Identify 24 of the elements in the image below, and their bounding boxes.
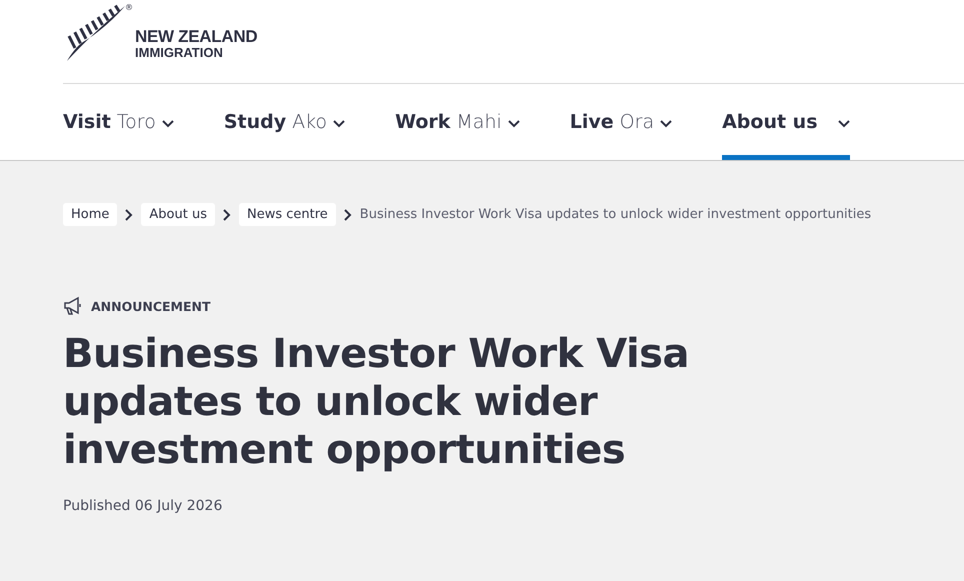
chevron-down-icon <box>660 120 672 128</box>
chevron-down-icon <box>838 120 850 128</box>
chevron-right-icon <box>344 208 352 220</box>
nav-tab[interactable]: Study Ako <box>224 84 346 160</box>
megaphone-icon <box>63 296 84 316</box>
published-date: Published 06 July 2026 <box>63 498 224 514</box>
article-title: Business Investor Work Visa updates to unlock wider investment opportunities <box>63 330 690 474</box>
breadcrumb-link[interactable]: News centre <box>238 203 336 226</box>
chevron-down-icon <box>333 120 346 128</box>
breadcrumb-link[interactable]: About us <box>141 203 215 226</box>
chevron-down-icon <box>162 120 174 128</box>
category-label: ANNOUNCEMENT <box>91 298 211 314</box>
chevron-right-icon <box>222 208 231 220</box>
nav-tab[interactable]: Visit Toro <box>63 84 174 160</box>
nav-tab[interactable]: About us <box>722 84 850 160</box>
breadcrumb-current: Business Investor Work Visa updates to unlock wider investment opportunities <box>360 207 872 222</box>
nav-tab[interactable]: Work Mahi <box>395 84 520 160</box>
logo-title: NEW ZEALAND <box>135 28 258 46</box>
chevron-right-icon <box>125 208 134 220</box>
nav-tab[interactable]: Live Ora <box>570 84 672 160</box>
logo-subtitle: IMMIGRATION <box>135 46 224 60</box>
chevron-down-icon <box>508 120 520 128</box>
breadcrumb-link[interactable]: Home <box>63 203 118 226</box>
registered-mark: ® <box>125 3 133 12</box>
